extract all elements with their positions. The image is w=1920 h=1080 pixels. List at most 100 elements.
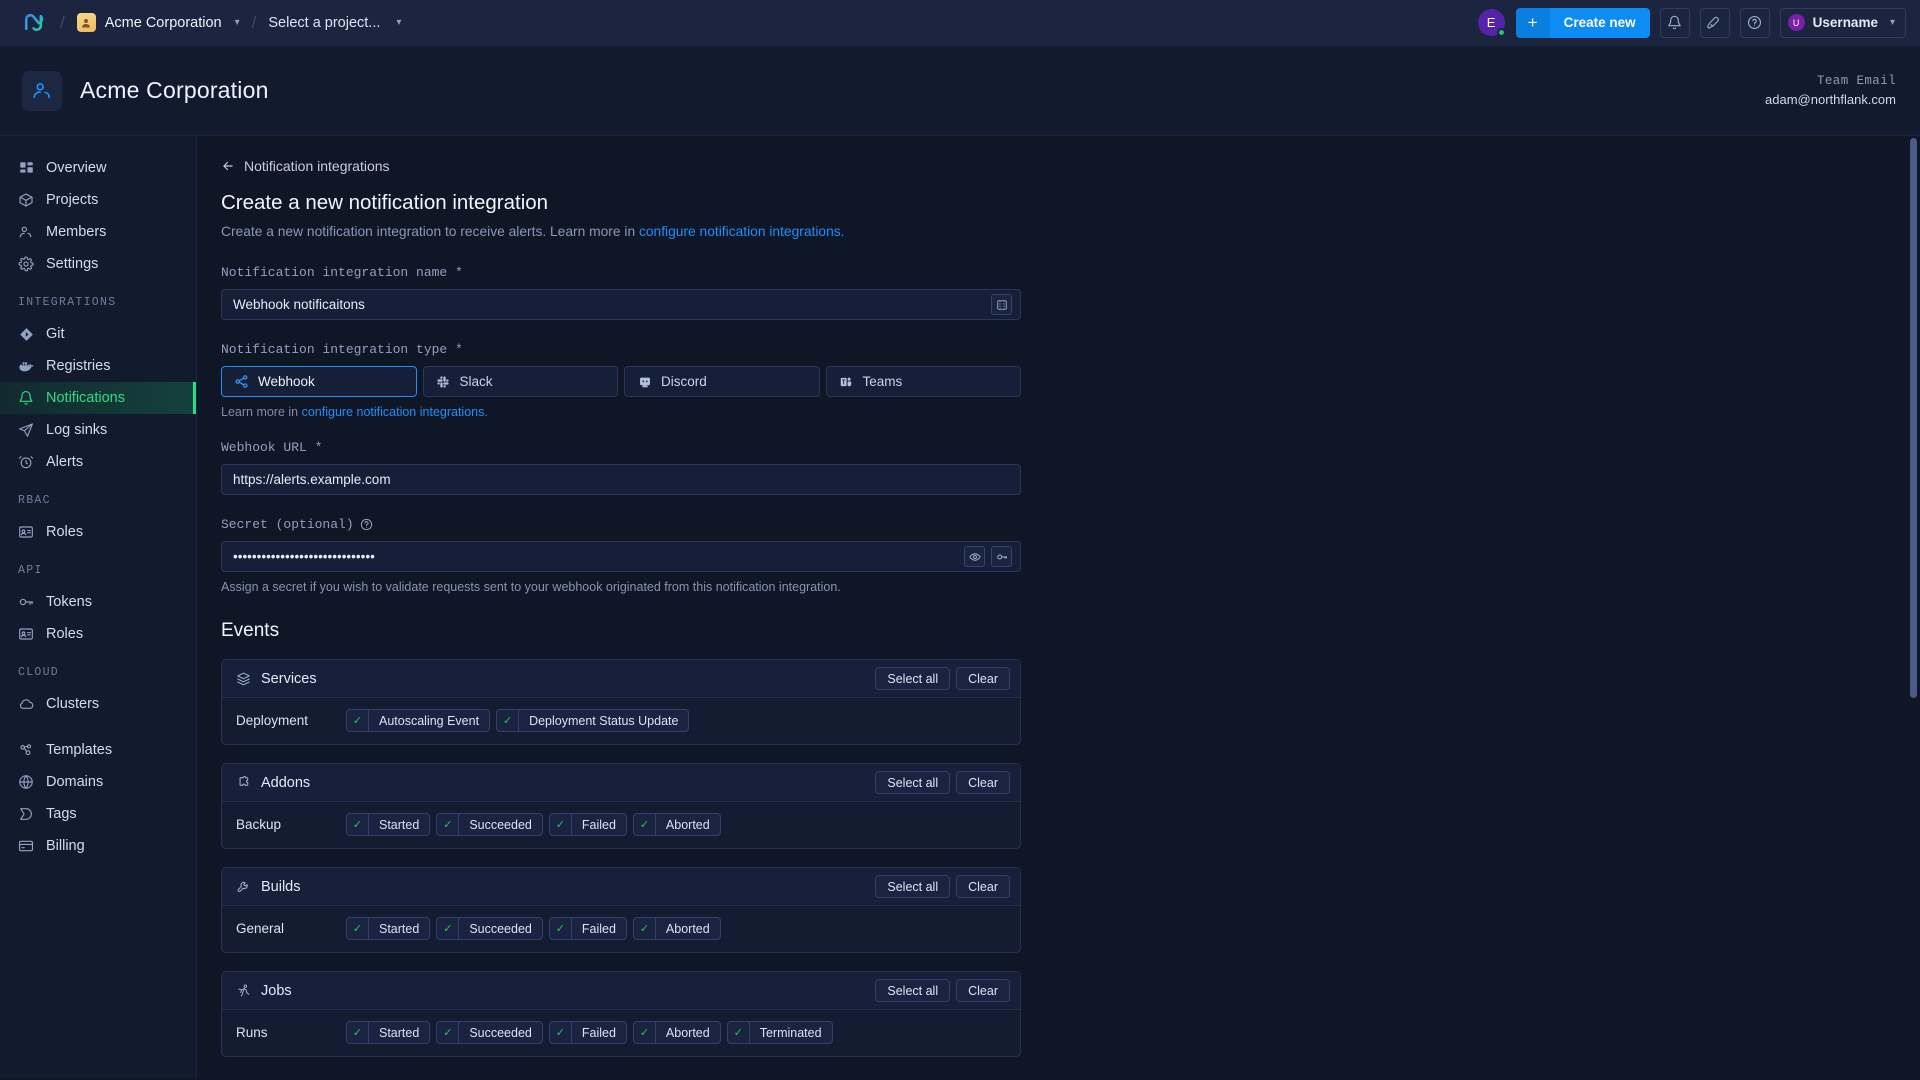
sidebar-item-registries[interactable]: Registries	[0, 350, 196, 382]
bell-icon[interactable]	[1659, 7, 1690, 38]
sidebar-item-projects[interactable]: Projects	[0, 184, 196, 216]
event-chip[interactable]: ✓ Deployment Status Update	[496, 709, 690, 732]
event-chip-label: Aborted	[665, 1025, 710, 1040]
event-chip-label: Aborted	[665, 921, 710, 936]
integration-type-slack[interactable]: Slack	[422, 366, 618, 397]
integration-type-webhook[interactable]: Webhook	[221, 366, 417, 397]
event-chip[interactable]: ✓ Aborted	[632, 1021, 721, 1044]
event-chip[interactable]: ✓ Succeeded	[436, 917, 543, 940]
event-card-header: Jobs Select all Clear	[222, 972, 1020, 1010]
chevron-down-icon: ▾	[234, 17, 240, 28]
check-icon: ✓	[437, 918, 460, 939]
send-icon	[18, 422, 34, 438]
teams-icon	[839, 374, 854, 389]
event-chip-group: ✓ Started ✓ Succeeded ✓ Failed ✓ Aborted	[346, 917, 721, 940]
event-chip[interactable]: ✓ Started	[346, 917, 431, 940]
integration-type-discord[interactable]: Discord	[624, 366, 820, 397]
webhook-url-label: Webhook URL *	[221, 440, 323, 455]
plus-icon: +	[1515, 7, 1550, 38]
project-selector[interactable]: Select a project... ▾	[268, 15, 401, 31]
sidebar-item-templates[interactable]: Templates	[0, 734, 196, 766]
check-icon: ✓	[634, 918, 656, 939]
sidebar-item-notifications[interactable]: Notifications	[0, 382, 196, 414]
clear-button[interactable]: Clear	[956, 875, 1010, 898]
northflank-logo-icon[interactable]	[18, 8, 48, 38]
sidebar-item-roles[interactable]: Roles	[0, 618, 196, 650]
check-icon: ✓	[550, 918, 572, 939]
event-card-header: Services Select all Clear	[222, 660, 1020, 698]
create-new-button[interactable]: + Create new	[1515, 7, 1650, 38]
event-card-title: Addons	[261, 774, 311, 791]
integration-type-teams[interactable]: Teams	[825, 366, 1021, 397]
event-chip[interactable]: ✓ Started	[346, 813, 431, 836]
sidebar-item-tags[interactable]: Tags	[0, 798, 196, 830]
sidebar-item-label: Registries	[46, 358, 111, 374]
configure-notification-integrations-link[interactable]: configure notification integrations.	[639, 224, 845, 239]
select-all-button[interactable]: Select all	[875, 875, 951, 898]
sidebar-item-roles[interactable]: Roles	[0, 516, 196, 548]
event-chip[interactable]: ✓ Succeeded	[436, 813, 543, 836]
event-card-builds: Builds Select all Clear General ✓ Started ✓ Suc…	[221, 867, 1021, 953]
secret-input-value: ••••••••••••••••••••••••••••••	[233, 549, 375, 564]
help-circle-icon[interactable]	[1739, 7, 1770, 38]
event-chip[interactable]: ✓ Failed	[548, 813, 627, 836]
clear-button[interactable]: Clear	[956, 979, 1010, 1002]
integration-type-label: Webhook	[258, 374, 315, 389]
type-hint-link[interactable]: configure notification integrations.	[302, 405, 488, 419]
help-circle-icon-secret[interactable]	[360, 518, 373, 531]
webhook-url-value: https://alerts.example.com	[233, 472, 391, 487]
user-menu[interactable]: U Username ▾	[1779, 7, 1906, 38]
event-chip[interactable]: ✓ Autoscaling Event	[346, 709, 491, 732]
eye-icon[interactable]	[964, 546, 985, 567]
type-field-label: Notification integration type *	[221, 342, 463, 357]
event-row: Runs ✓ Started ✓ Succeeded ✓ Failed ✓ Aborted ✓ Te…	[222, 1010, 1020, 1056]
event-row-label: General	[236, 921, 285, 936]
sidebar-item-domains[interactable]: Domains	[0, 766, 196, 798]
sidebar-item-log-sinks[interactable]: Log sinks	[0, 414, 196, 446]
members-icon	[18, 224, 34, 240]
check-icon: ✓	[347, 918, 369, 939]
tag-icon	[18, 806, 34, 822]
org-selector[interactable]: Acme Corporation ▾	[76, 13, 240, 32]
team-email-block: Team Email adam@northflank.com	[1765, 74, 1896, 107]
sidebar-item-git[interactable]: Git	[0, 318, 196, 350]
select-all-button[interactable]: Select all	[875, 979, 951, 1002]
template-variable-icon[interactable]	[991, 294, 1012, 315]
sidebar-item-tokens[interactable]: Tokens	[0, 586, 196, 618]
event-chip[interactable]: ✓ Aborted	[632, 917, 721, 940]
event-chip[interactable]: ✓ Aborted	[632, 813, 721, 836]
key-icon[interactable]	[991, 546, 1012, 567]
event-chip[interactable]: ✓ Terminated	[726, 1021, 833, 1044]
project-selector-label: Select a project...	[268, 14, 381, 31]
clear-button[interactable]: Clear	[956, 771, 1010, 794]
sidebar-item-billing[interactable]: Billing	[0, 830, 196, 862]
check-icon: ✓	[550, 814, 572, 835]
event-chip-label: Succeeded	[469, 817, 532, 832]
event-chip-label: Failed	[581, 817, 616, 832]
secret-input[interactable]: ••••••••••••••••••••••••••••••	[221, 541, 1021, 572]
back-to-notification-integrations[interactable]: Notification integrations	[221, 158, 1021, 174]
sidebar-section-title: CLOUD	[18, 666, 60, 679]
event-chip[interactable]: ✓ Started	[346, 1021, 431, 1044]
sidebar-item-clusters[interactable]: Clusters	[0, 688, 196, 720]
check-icon: ✓	[437, 1022, 460, 1043]
name-input[interactable]: Webhook notificaitons	[221, 289, 1021, 320]
main-scrollbar[interactable]	[1910, 136, 1917, 1079]
key-icon	[18, 594, 34, 610]
select-all-button[interactable]: Select all	[875, 771, 951, 794]
account-avatar[interactable]: E	[1477, 9, 1506, 37]
sidebar-item-alerts[interactable]: Alerts	[0, 446, 196, 478]
webhook-url-input[interactable]: https://alerts.example.com	[221, 464, 1021, 495]
sidebar-item-overview[interactable]: Overview	[0, 152, 196, 184]
event-chip[interactable]: ✓ Failed	[548, 1021, 627, 1044]
rocket-icon[interactable]	[1699, 7, 1730, 38]
sidebar-item-settings[interactable]: Settings	[0, 248, 196, 280]
clear-button[interactable]: Clear	[956, 667, 1010, 690]
event-chip[interactable]: ✓ Succeeded	[436, 1021, 543, 1044]
main-scrollbar-thumb[interactable]	[1910, 138, 1917, 698]
event-chip[interactable]: ✓ Failed	[548, 917, 627, 940]
team-email-label: Team Email	[1816, 74, 1896, 88]
select-all-button[interactable]: Select all	[875, 667, 951, 690]
sidebar-item-members[interactable]: Members	[0, 216, 196, 248]
